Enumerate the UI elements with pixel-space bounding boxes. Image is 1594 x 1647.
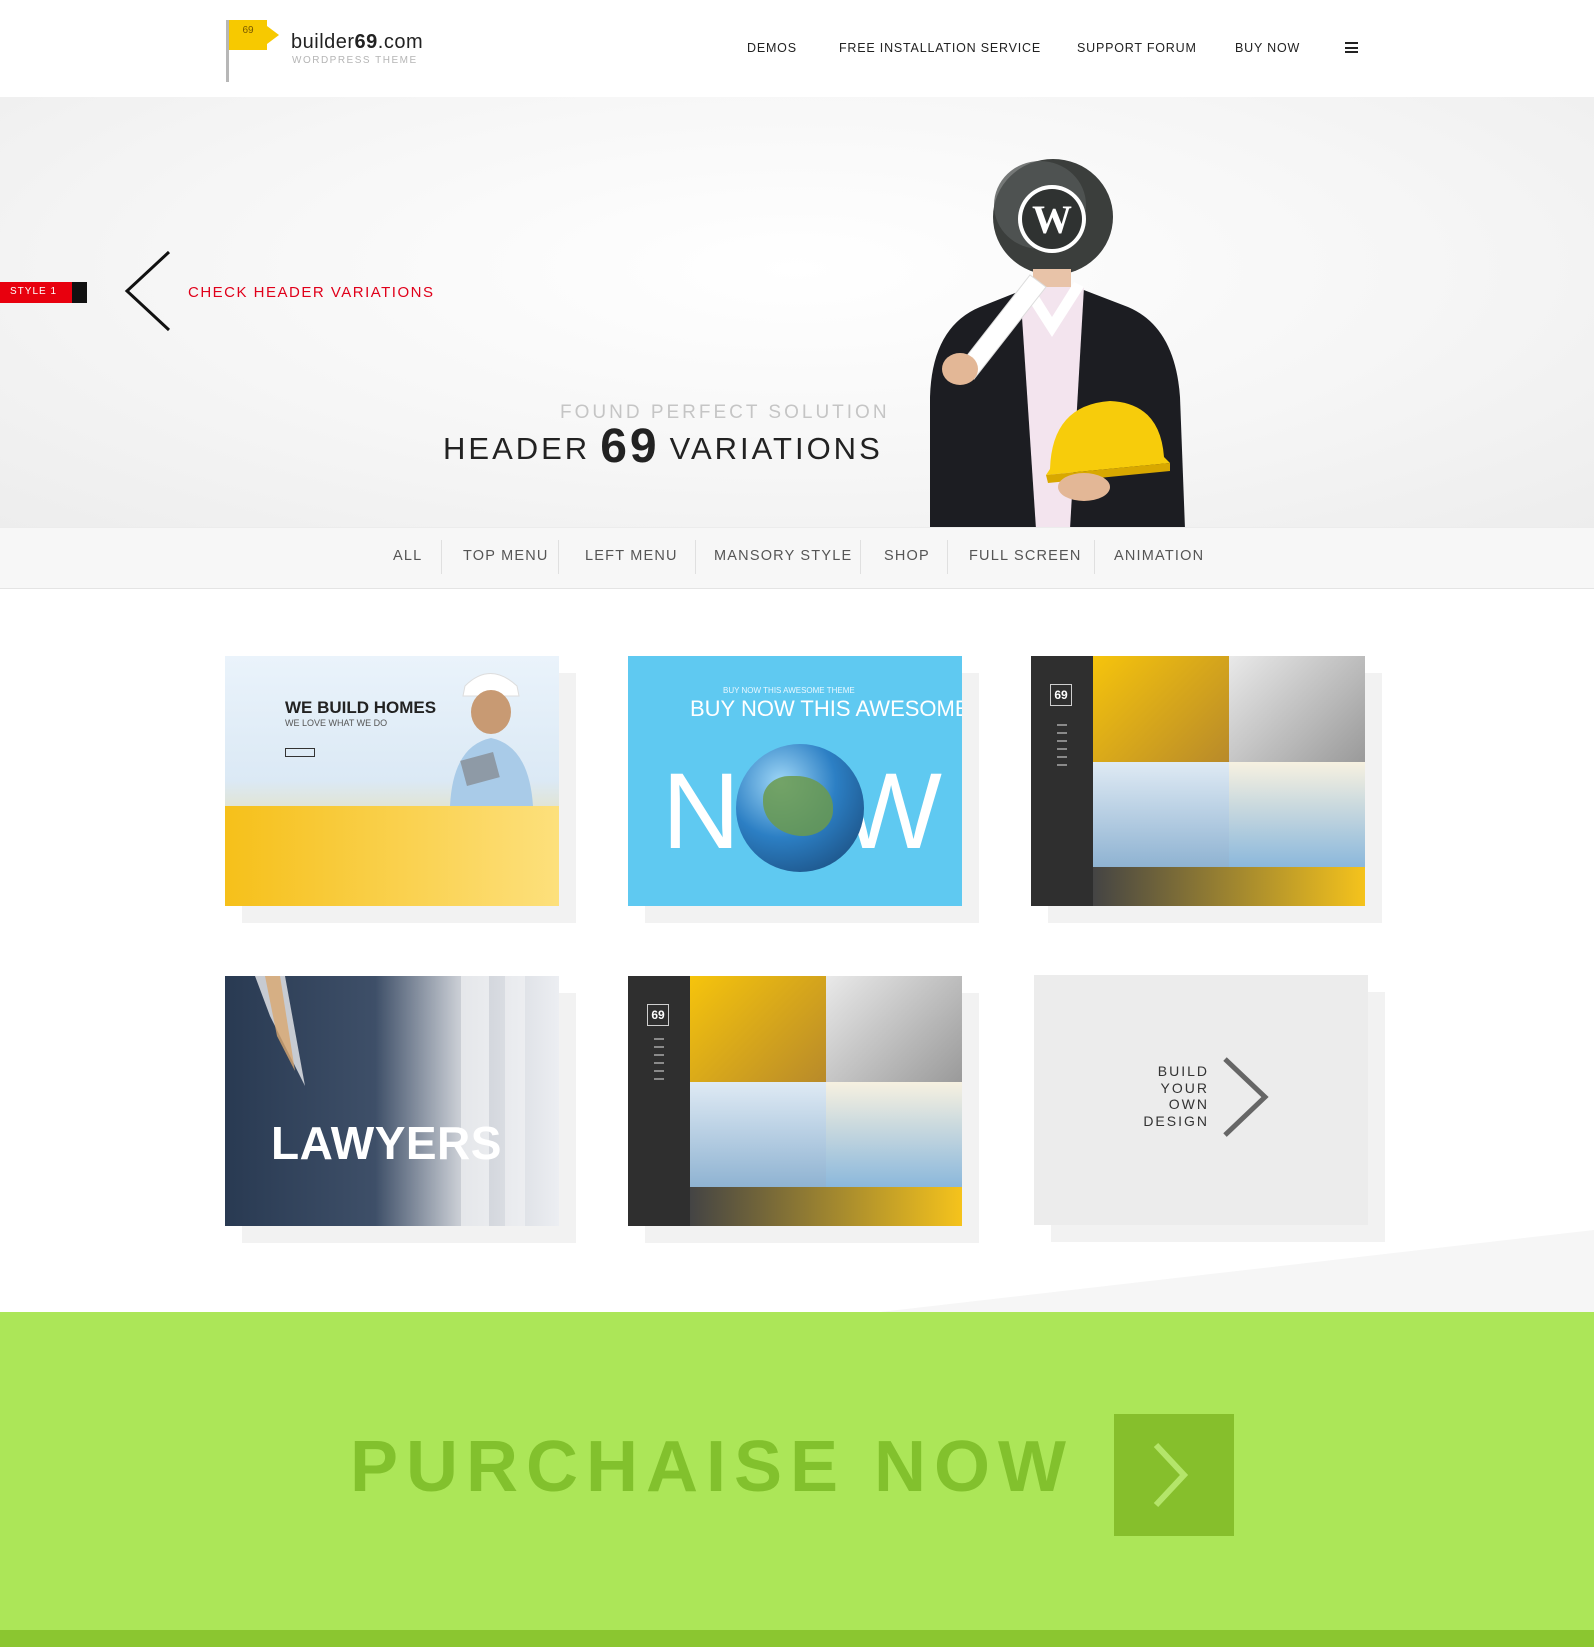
check-header-variations-link[interactable]: CHECK HEADER VARIATIONS [188,284,434,301]
section-divider [880,1230,1594,1312]
left-menu-sidebar: 69 [1031,656,1093,906]
suit-photo [255,976,525,1226]
hamburger-icon[interactable] [1345,42,1358,53]
filter-left-menu[interactable]: LEFT MENU [585,548,678,564]
site-badge: 69 [1050,684,1072,706]
demo-card-left-menu-grid[interactable]: 69 [1031,656,1382,923]
card-title: LAWYERS [271,1117,502,1169]
card-subtitle: WE LOVE WHAT WE DO [285,718,388,728]
filter-all[interactable]: ALL [393,548,422,564]
card-small-text: BUY NOW THIS AWESOME THEME [723,686,855,695]
nav-demos[interactable]: DEMOS [747,41,797,55]
filter-mansory-style[interactable]: MANSORY STYLE [714,548,852,564]
worker-photo [450,673,533,806]
chevron-left-icon[interactable] [123,250,173,332]
filter-bar: ALL TOP MENU LEFT MENU MANSORY STYLE SHO… [0,527,1594,589]
card-big-text: BUY NOW THIS AWESOME [690,696,962,721]
demo-card-we-build-homes[interactable]: WE BUILD HOMES WE LOVE WHAT WE DO [225,656,576,923]
demo-thumbnail: BUY NOW THIS AWESOME THEME BUY NOW THIS … [628,656,962,906]
demo-thumbnail: 69 [628,976,962,1226]
style-tag-label: STYLE 1 [10,286,58,297]
hero-title: HEADER 69 VARIATIONS [443,420,883,473]
businessman-illustration: W [930,159,1185,527]
left-menu-sidebar: 69 [628,976,690,1226]
nav-support-forum[interactable]: SUPPORT FORUM [1077,41,1197,55]
wordpress-logo-icon: W [1032,197,1072,242]
purchase-now-button[interactable] [1114,1414,1234,1536]
filter-shop[interactable]: SHOP [884,548,930,564]
top-bar: 69 builder69.com WORDPRESS THEME DEMOS F… [0,0,1594,97]
hero-banner: STYLE 1 CHECK HEADER VARIATIONS FOUND PE… [0,97,1594,527]
style-tag: STYLE 1 [0,282,87,303]
nav-buy-now[interactable]: BUY NOW [1235,41,1300,55]
chevron-right-icon [1223,1057,1269,1137]
demo-card-build-your-own[interactable]: BUILD YOUR OWN DESIGN [1034,975,1385,1242]
filter-full-screen[interactable]: FULL SCREEN [969,548,1082,564]
demo-card-buy-now[interactable]: BUY NOW THIS AWESOME THEME BUY NOW THIS … [628,656,979,923]
purchase-section: PURCHAISE NOW [0,1312,1594,1647]
site-badge: 69 [647,1004,669,1026]
purchase-footer-strip [0,1630,1594,1647]
demo-thumbnail: 69 [1031,656,1365,906]
demo-card-left-menu-grid-2[interactable]: 69 [628,976,979,1243]
demo-thumbnail: BUILD YOUR OWN DESIGN [1034,975,1368,1225]
page: 69 builder69.com WORDPRESS THEME DEMOS F… [0,0,1594,1647]
build-your-own-design-label: BUILD YOUR OWN DESIGN [1143,1063,1209,1129]
purchase-now-link[interactable]: PURCHAISE NOW [350,1426,1074,1508]
demo-card-lawyers[interactable]: LAWYERS [225,976,576,1243]
card-title: WE BUILD HOMES [285,698,437,717]
demo-thumbnail: LAWYERS [225,976,559,1226]
read-more-button [285,748,315,757]
filter-animation[interactable]: ANIMATION [1114,548,1204,564]
demo-thumbnail: WE BUILD HOMES WE LOVE WHAT WE DO [225,656,559,906]
nav-free-installation-service[interactable]: FREE INSTALLATION SERVICE [839,41,1041,55]
services-strip [225,806,559,906]
filter-top-menu[interactable]: TOP MENU [463,548,549,564]
chevron-right-icon [1153,1442,1189,1508]
